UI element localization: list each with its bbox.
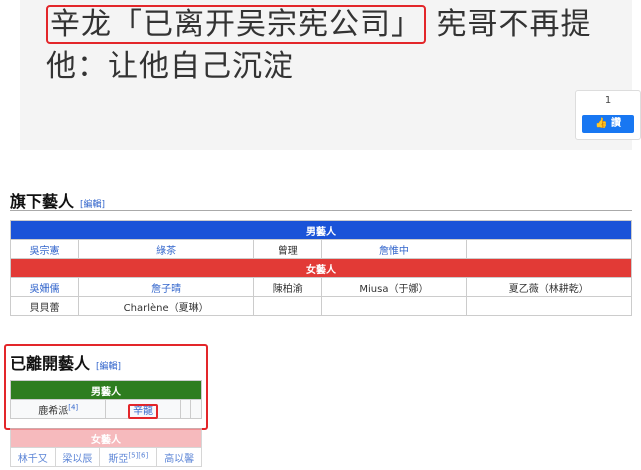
female-artists-header: 女藝人: [10, 258, 632, 278]
artist-name: 鹿希派: [38, 405, 69, 417]
edit-link[interactable]: [編輯]: [96, 362, 121, 372]
like-widget: 1 👍 讚: [575, 90, 641, 140]
artist-link[interactable]: 梁以辰: [54, 447, 101, 467]
artist-link[interactable]: 詹子晴: [78, 277, 255, 297]
artist-name: Miusa（于娜）: [321, 277, 467, 297]
empty-cell: [179, 399, 192, 419]
artist-name: 夏乙薇（林耕乾）: [465, 277, 633, 297]
former-artists-table: 男藝人 鹿希派[4] 辛龍: [9, 380, 202, 419]
male-artists-header: 男藝人: [10, 220, 632, 240]
empty-cell: [190, 399, 202, 419]
section-title-former-artists: 已離開藝人 [編輯]: [10, 350, 121, 374]
artist-link[interactable]: 詹惟中: [321, 239, 467, 259]
section1-title: 旗下藝人: [10, 192, 75, 211]
like-count: 1: [604, 95, 612, 106]
artist-link[interactable]: 斯亞: [108, 454, 128, 465]
thumbs-up-icon: 👍: [595, 118, 608, 129]
like-label: 讚: [610, 118, 621, 129]
artist-link[interactable]: 吳姍儒: [9, 277, 80, 297]
article-headline-panel: 辛龙「已离开吴宗宪公司」 宪哥不再提他：让他自己沉淀 1 👍 讚: [20, 0, 641, 150]
section-divider: [10, 210, 632, 211]
artist-link[interactable]: 辛龍: [128, 403, 159, 419]
current-artists-table: 男藝人 吳宗憲 綠茶 曾理 詹惟中 女藝人 吳姍儒 詹子晴 陳柏渝 Miusa（…: [9, 220, 633, 316]
artist-name: 陳柏渝: [253, 277, 323, 297]
artist-link[interactable]: 吳宗憲: [9, 239, 80, 259]
artist-name: 曾理: [253, 239, 323, 259]
former-female-table: 女藝人 林千又 梁以辰 斯亞[5][6] 高以馨: [10, 428, 202, 467]
former-artist: 鹿希派[4]: [9, 399, 107, 419]
artist-link[interactable]: 綠茶: [78, 239, 255, 259]
article-headline: 辛龙「已离开吴宗宪公司」 宪哥不再提他：让他自己沉淀: [46, 4, 641, 88]
like-button[interactable]: 👍 讚: [582, 115, 634, 133]
citation[interactable]: [4]: [68, 403, 78, 411]
edit-link[interactable]: [編輯]: [80, 200, 105, 210]
former-male-header: 男藝人: [10, 380, 202, 400]
headline-highlighted: 辛龙「已离开吴宗宪公司」: [46, 5, 426, 44]
section2-title: 已離開藝人: [10, 354, 91, 373]
section-title-current-artists: 旗下藝人 [編輯]: [10, 188, 105, 212]
artist-name: 貝貝蕾: [9, 296, 80, 316]
former-artist: 斯亞[5][6]: [99, 447, 158, 467]
former-artist-highlighted[interactable]: 辛龍: [105, 399, 181, 419]
empty-cell: [253, 296, 323, 316]
former-female-header: 女藝人: [10, 428, 202, 448]
artist-name: Charlène（夏琳）: [78, 296, 255, 316]
empty-cell: [465, 296, 633, 316]
artist-link[interactable]: 林千又: [10, 447, 56, 467]
artist-link[interactable]: 高以馨: [156, 447, 202, 467]
citation[interactable]: [5][6]: [128, 451, 148, 459]
empty-cell: [321, 296, 467, 316]
empty-cell: [465, 239, 633, 259]
